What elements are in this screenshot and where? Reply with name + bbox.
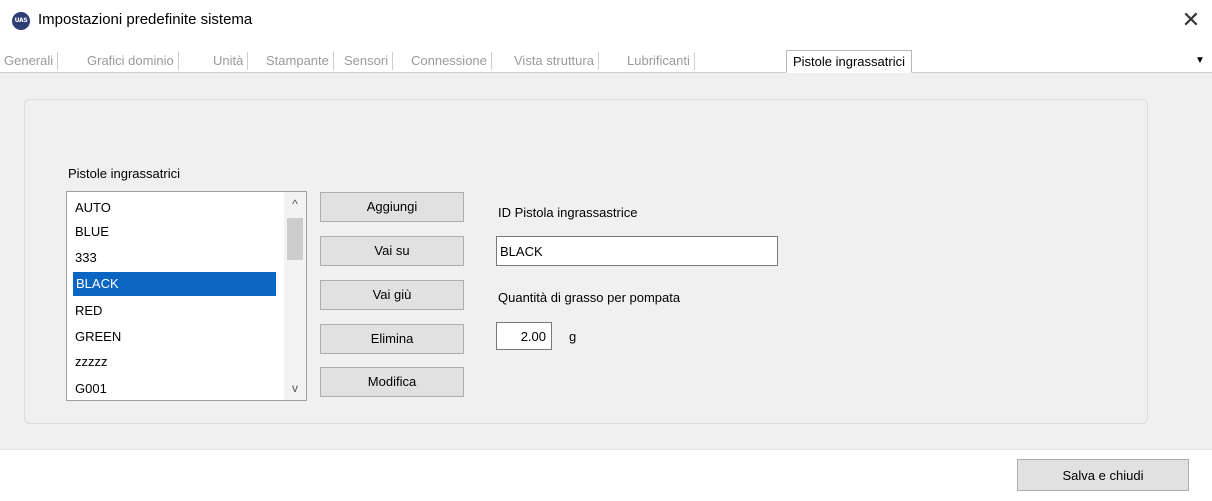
tab-lubrificanti[interactable]: Lubrificanti: [623, 52, 695, 70]
window-title: Impostazioni predefinite sistema: [38, 11, 253, 28]
close-icon[interactable]: ✕: [1176, 6, 1206, 34]
list-item[interactable]: zzzzz: [67, 350, 287, 374]
delete-button[interactable]: Elimina: [320, 324, 464, 354]
list-item[interactable]: 333: [67, 246, 287, 270]
tab-vista-struttura[interactable]: Vista struttura: [510, 52, 599, 70]
add-button[interactable]: Aggiungi: [320, 192, 464, 222]
save-and-close-button[interactable]: Salva e chiudi: [1017, 459, 1189, 491]
tab-sensori[interactable]: Sensori: [340, 52, 394, 70]
tab-stampante[interactable]: Stampante: [262, 52, 334, 70]
tab-pistole-ingrassatrici[interactable]: Pistole ingrassatrici: [786, 50, 912, 73]
tab-grafici-dominio[interactable]: Grafici dominio: [83, 52, 179, 70]
tab-connessione[interactable]: Connessione: [407, 52, 492, 70]
scroll-down-icon[interactable]: v: [284, 378, 306, 398]
grease-guns-list-label: Pistole ingrassatrici: [68, 166, 180, 181]
gun-id-label: ID Pistola ingrassastrice: [498, 205, 638, 220]
grease-quantity-unit: g: [569, 329, 577, 344]
list-item[interactable]: BLUE: [67, 220, 287, 244]
footer-divider: [0, 449, 1212, 450]
list-item[interactable]: G001: [67, 377, 287, 400]
tab-strip: Generali Grafici dominio Unità Stampante…: [0, 50, 1212, 73]
list-item[interactable]: GREEN: [67, 325, 287, 349]
title-bar: UAS Impostazioni predefinite sistema ✕: [0, 0, 1212, 42]
scroll-up-icon[interactable]: ^: [284, 194, 306, 214]
tab-generali[interactable]: Generali: [0, 52, 59, 70]
grease-guns-listbox[interactable]: AUTO BLUE 333 BLACK RED GREEN zzzzz G001…: [66, 191, 307, 401]
list-item[interactable]: RED: [67, 299, 287, 323]
gun-id-field[interactable]: BLACK: [496, 236, 778, 266]
grease-quantity-field[interactable]: 2.00: [496, 322, 552, 350]
list-item-selected[interactable]: BLACK: [73, 272, 276, 296]
scroll-thumb[interactable]: [287, 218, 303, 260]
tab-unita[interactable]: Unità: [209, 52, 249, 70]
chevron-down-icon[interactable]: ▼: [1194, 55, 1206, 67]
move-down-button[interactable]: Vai giù: [320, 280, 464, 310]
uas-app-icon: UAS: [12, 12, 30, 30]
list-item[interactable]: AUTO: [67, 196, 287, 220]
grease-quantity-label: Quantità di grasso per pompata: [498, 290, 681, 305]
edit-button[interactable]: Modifica: [320, 367, 464, 397]
listbox-scrollbar[interactable]: ^ v: [284, 192, 306, 400]
move-up-button[interactable]: Vai su: [320, 236, 464, 266]
